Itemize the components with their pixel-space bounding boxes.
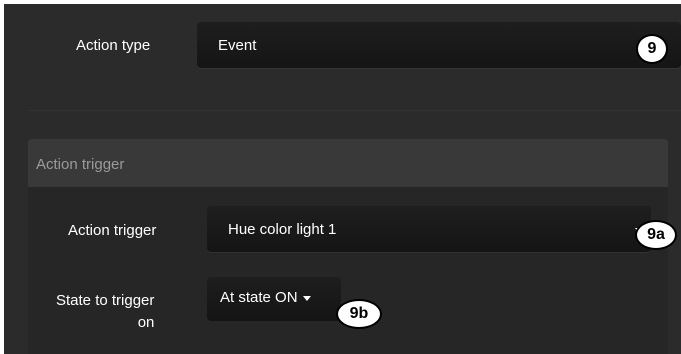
callout-9-badge: 9 [636,34,668,64]
action-type-label: Action type [76,37,151,54]
state-dropdown-button[interactable]: At state ON [207,277,341,321]
action-type-value: Event [218,37,257,54]
state-to-trigger-label-line1: State to trigger [56,292,155,309]
caret-down-icon [302,295,311,301]
action-trigger-select[interactable]: Hue color light 1 [207,206,651,252]
action-settings-panel: Action type Event 9 Action trigger Actio… [4,4,681,354]
action-trigger-section-header: Action trigger [28,139,668,187]
state-to-trigger-label: State to trigger on [56,290,154,334]
action-trigger-label: Action trigger [68,222,157,239]
action-trigger-section-title: Action trigger [36,156,125,173]
callout-9b-badge: 9b [336,299,382,329]
action-trigger-value: Hue color light 1 [228,221,337,238]
section-divider [28,110,681,111]
state-to-trigger-label-line2: on [137,314,155,331]
action-type-field[interactable]: Event [197,22,681,68]
state-dropdown-value: At state ON [220,289,298,306]
callout-9a-badge: 9a [635,220,677,250]
